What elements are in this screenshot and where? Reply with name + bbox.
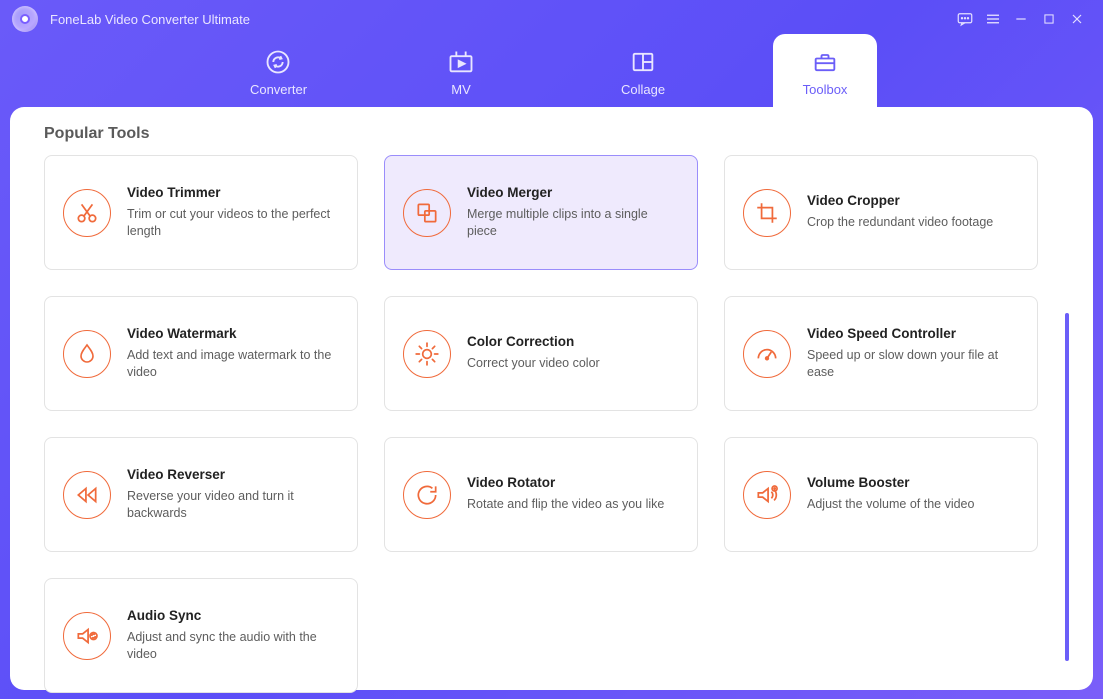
rewind-icon — [63, 471, 111, 519]
menu-icon[interactable] — [979, 5, 1007, 33]
tool-title: Video Watermark — [127, 326, 339, 341]
tab-collage[interactable]: Collage — [591, 34, 695, 107]
volume-up-icon — [743, 471, 791, 519]
title-bar: FoneLab Video Converter Ultimate — [0, 0, 1103, 38]
mv-icon — [447, 48, 475, 76]
minimize-button[interactable] — [1007, 5, 1035, 33]
tool-grid: Video Trimmer Trim or cut your videos to… — [44, 155, 1059, 675]
tool-title: Video Cropper — [807, 193, 993, 208]
tool-desc: Reverse your video and turn it backwards — [127, 488, 339, 523]
tool-card-trimmer[interactable]: Video Trimmer Trim or cut your videos to… — [44, 155, 358, 270]
water-drop-icon — [63, 330, 111, 378]
tool-card-volume[interactable]: Volume Booster Adjust the volume of the … — [724, 437, 1038, 552]
tool-desc: Crop the redundant video footage — [807, 214, 993, 232]
tool-card-merger[interactable]: Video Merger Merge multiple clips into a… — [384, 155, 698, 270]
tab-label: MV — [451, 82, 471, 97]
crop-icon — [743, 189, 791, 237]
tool-title: Volume Booster — [807, 475, 974, 490]
tool-card-reverser[interactable]: Video Reverser Reverse your video and tu… — [44, 437, 358, 552]
tool-title: Audio Sync — [127, 608, 339, 623]
scissors-icon — [63, 189, 111, 237]
tool-desc: Merge multiple clips into a single piece — [467, 206, 679, 241]
brightness-icon — [403, 330, 451, 378]
tool-card-rotator[interactable]: Video Rotator Rotate and flip the video … — [384, 437, 698, 552]
tab-toolbox[interactable]: Toolbox — [773, 34, 877, 107]
tool-desc: Trim or cut your videos to the perfect l… — [127, 206, 339, 241]
tool-card-speed[interactable]: Video Speed Controller Speed up or slow … — [724, 296, 1038, 411]
tool-title: Video Speed Controller — [807, 326, 1019, 341]
app-logo-icon — [12, 6, 38, 32]
merge-icon — [403, 189, 451, 237]
tool-card-cropper[interactable]: Video Cropper Crop the redundant video f… — [724, 155, 1038, 270]
audio-sync-icon — [63, 612, 111, 660]
app-title: FoneLab Video Converter Ultimate — [50, 12, 250, 27]
tool-desc: Speed up or slow down your file at ease — [807, 347, 1019, 382]
tab-label: Collage — [621, 82, 665, 97]
tool-desc: Adjust and sync the audio with the video — [127, 629, 339, 664]
tool-card-color[interactable]: Color Correction Correct your video colo… — [384, 296, 698, 411]
rotate-icon — [403, 471, 451, 519]
tab-label: Converter — [250, 82, 307, 97]
scrollbar-thumb[interactable] — [1065, 313, 1069, 661]
tool-card-watermark[interactable]: Video Watermark Add text and image water… — [44, 296, 358, 411]
toolbox-icon — [811, 48, 839, 76]
tab-converter[interactable]: Converter — [226, 34, 331, 107]
gauge-icon — [743, 330, 791, 378]
tool-desc: Rotate and flip the video as you like — [467, 496, 664, 514]
tab-label: Toolbox — [803, 82, 848, 97]
collage-icon — [629, 48, 657, 76]
nav-tabs: Converter MV Collage Toolbox — [0, 38, 1103, 107]
tool-title: Video Trimmer — [127, 185, 339, 200]
section-title: Popular Tools — [44, 125, 1059, 143]
tool-title: Video Reverser — [127, 467, 339, 482]
tab-mv[interactable]: MV — [409, 34, 513, 107]
tool-card-sync[interactable]: Audio Sync Adjust and sync the audio wit… — [44, 578, 358, 693]
tool-title: Video Rotator — [467, 475, 664, 490]
tool-desc: Adjust the volume of the video — [807, 496, 974, 514]
tool-title: Video Merger — [467, 185, 679, 200]
tool-desc: Correct your video color — [467, 355, 600, 373]
converter-icon — [264, 48, 292, 76]
maximize-button[interactable] — [1035, 5, 1063, 33]
main-panel: Popular Tools Video Trimmer Trim or cut … — [10, 107, 1093, 690]
tool-desc: Add text and image watermark to the vide… — [127, 347, 339, 382]
tool-title: Color Correction — [467, 334, 600, 349]
feedback-icon[interactable] — [951, 5, 979, 33]
close-button[interactable] — [1063, 5, 1091, 33]
